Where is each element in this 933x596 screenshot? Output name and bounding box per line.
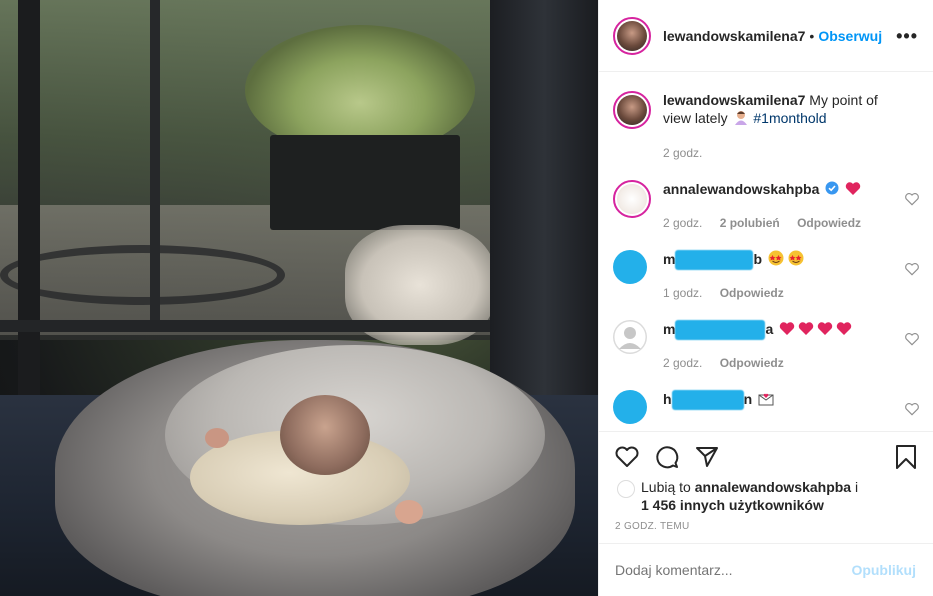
comment-time[interactable]: 2 godz. <box>663 356 702 370</box>
photo-baby-head <box>280 395 370 475</box>
comment-username-end[interactable]: n <box>744 391 753 407</box>
share-paper-plane-icon[interactable] <box>694 444 720 470</box>
photo-chair <box>0 245 285 305</box>
photo-curtain <box>490 0 598 410</box>
baby-emoji-icon <box>733 109 749 129</box>
bookmark-icon[interactable] <box>893 444 919 470</box>
caption-hashtag[interactable]: #1monthold <box>753 110 826 126</box>
red-hearts-icon <box>779 321 855 340</box>
redaction-block <box>675 320 766 341</box>
comment-meta: 1 godz. Odpowiedz <box>663 286 798 300</box>
likes-text: Lubią to annalewandowskahpba i 1 456 inn… <box>641 478 921 514</box>
photo-door-frame <box>18 0 40 400</box>
separator-dot: • <box>809 27 815 44</box>
post-header: lewandowskamilena7 • Obserwuj ••• <box>599 0 933 72</box>
photo-planter <box>270 135 460 230</box>
comment-meta: 2 godz. Odpowiedz <box>663 356 798 370</box>
caption-username[interactable]: lewandowskamilena7 <box>663 92 805 108</box>
comment-body: hn <box>663 390 893 411</box>
like-comment-heart-icon[interactable] <box>905 192 919 206</box>
comment-avatar[interactable] <box>613 180 651 218</box>
caption-avatar[interactable] <box>613 91 651 129</box>
more-options-icon[interactable]: ••• <box>896 26 918 47</box>
redaction-block <box>675 250 754 271</box>
star-eyes-emoji-icon <box>768 250 804 270</box>
verified-badge-icon <box>825 181 839 199</box>
likes-summary: Lubią to annalewandowskahpba i 1 456 inn… <box>617 478 921 514</box>
red-heart-icon <box>845 181 861 200</box>
post-timestamp[interactable]: 2 GODZ. TEMU <box>615 521 690 532</box>
comment-avatar[interactable] <box>613 320 647 354</box>
comment-username-start[interactable]: m <box>663 251 675 267</box>
comment-username-start[interactable]: h <box>663 391 672 407</box>
comment-body: annalewandowskahpba <box>663 180 893 200</box>
comments-list[interactable]: lewandowskamilena7 My point of view late… <box>599 73 933 431</box>
post-actions: Lubią to annalewandowskahpba i 1 456 inn… <box>599 431 933 543</box>
post-comment-button[interactable]: Opublikuj <box>851 562 916 578</box>
likes-and: i <box>854 479 859 495</box>
comment-bubble-icon[interactable] <box>654 444 680 470</box>
reply-button[interactable]: Odpowiedz <box>797 216 861 230</box>
caption-meta: 2 godz. <box>663 146 716 160</box>
like-comment-heart-icon[interactable] <box>905 262 919 276</box>
photo-door-frame-2 <box>150 0 160 330</box>
comment-body: ma <box>663 320 893 341</box>
comment-likes[interactable]: 2 polubień <box>720 216 780 230</box>
comment-body: mb <box>663 250 893 271</box>
photo-baby-hand-2 <box>205 428 229 448</box>
photo-rail <box>0 320 500 332</box>
caption-time[interactable]: 2 godz. <box>663 146 702 160</box>
comment-username-start[interactable]: m <box>663 321 675 337</box>
comment-username[interactable]: annalewandowskahpba <box>663 181 819 197</box>
comment-time[interactable]: 2 godz. <box>663 216 702 230</box>
like-heart-icon[interactable] <box>614 444 640 470</box>
reply-button[interactable]: Odpowiedz <box>720 286 784 300</box>
comment-time[interactable]: 1 godz. <box>663 286 702 300</box>
redaction-block <box>671 390 744 411</box>
comment-username-end[interactable]: b <box>753 251 762 267</box>
follow-button[interactable]: Obserwuj <box>818 28 882 44</box>
author-avatar[interactable] <box>613 16 651 55</box>
comment-avatar[interactable] <box>613 250 647 284</box>
comment-meta: 2 godz. 2 polubień Odpowiedz <box>663 216 875 230</box>
post-side-panel: lewandowskamilena7 • Obserwuj ••• lewand… <box>598 0 933 596</box>
comment-username-end[interactable]: a <box>765 321 773 337</box>
caption-body: lewandowskamilena7 My point of view late… <box>663 91 893 129</box>
likes-others[interactable]: 1 456 innych użytkowników <box>641 497 824 513</box>
author-username[interactable]: lewandowskamilena7 <box>663 28 805 44</box>
likes-user[interactable]: annalewandowskahpba <box>695 479 851 495</box>
photo-baby-hand <box>395 500 423 524</box>
post-photo[interactable] <box>0 0 598 596</box>
like-comment-heart-icon[interactable] <box>905 332 919 346</box>
comment-avatar[interactable] <box>613 390 647 424</box>
add-comment-input[interactable] <box>615 562 845 578</box>
love-letter-emoji-icon <box>758 391 774 410</box>
liker-avatar[interactable] <box>617 480 635 498</box>
reply-button[interactable]: Odpowiedz <box>720 356 784 370</box>
like-comment-heart-icon[interactable] <box>905 402 919 416</box>
add-comment-bar: Opublikuj <box>599 543 933 596</box>
likes-prefix: Lubią to <box>641 479 691 495</box>
